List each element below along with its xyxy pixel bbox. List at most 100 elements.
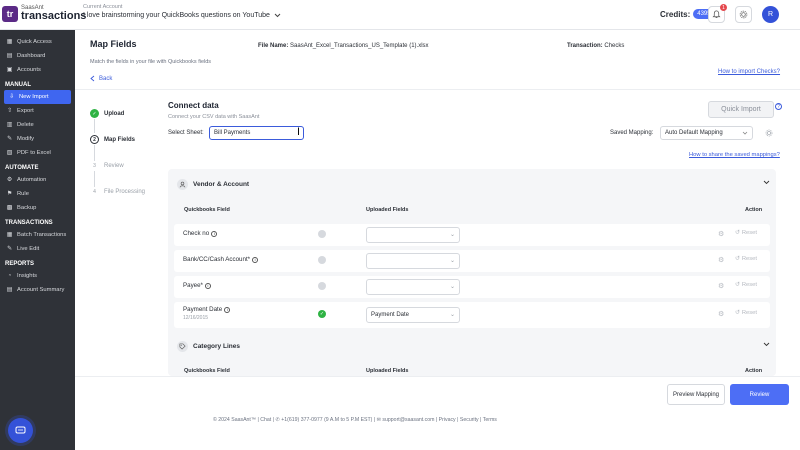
column-header-action: Action [745, 368, 763, 374]
sidebar-item-pdf-to-excel[interactable]: ▧ PDF to Excel [0, 146, 75, 160]
sidebar-item-modify[interactable]: ✎ Modify [0, 132, 75, 146]
uploaded-field-dropdown[interactable]: ⌄ [366, 227, 460, 243]
gear-icon [739, 10, 748, 19]
uploaded-field-value: Payment Date [371, 312, 410, 318]
chevron-down-icon: ⌄ [449, 284, 455, 290]
footer-divider [75, 376, 800, 377]
chevron-down-icon [742, 131, 748, 135]
category-lines-section-header[interactable]: Category Lines [168, 335, 776, 357]
user-avatar[interactable]: R [762, 6, 779, 23]
table-row: Check no i ⌄ ⚙ ↺ Reset [174, 224, 770, 246]
backup-icon: ▩ [6, 205, 13, 211]
preview-mapping-button[interactable]: Preview Mapping [667, 384, 725, 405]
pdf-icon: ▧ [6, 150, 13, 156]
step-label: Review [104, 162, 124, 169]
share-mappings-link[interactable]: How to share the saved mappings? [689, 152, 780, 158]
uploaded-field-dropdown[interactable]: Payment Date ⌄ [366, 307, 460, 323]
chevron-down-icon [763, 342, 770, 347]
gear-icon[interactable]: ⚙ [718, 230, 724, 238]
chevron-left-icon [90, 75, 95, 82]
account-switcher[interactable]: Current Account I love brainstorming you… [83, 4, 281, 19]
bell-icon [712, 10, 721, 19]
select-sheet-dropdown[interactable]: Bill Payments [209, 126, 304, 140]
sidebar-item-quick-access[interactable]: ▦ Quick Access [0, 35, 75, 49]
column-header-uploaded-fields: Uploaded Fields [366, 368, 409, 374]
transaction-value: Checks [604, 43, 625, 49]
saved-mapping-dropdown[interactable]: Auto Default Mapping [660, 126, 753, 140]
reset-button[interactable]: ↺ Reset [735, 256, 757, 262]
quick-import-button[interactable]: Quick Import [708, 101, 774, 118]
settings-button[interactable] [735, 6, 752, 23]
export-icon: ⇧ [7, 108, 12, 114]
vendor-account-section-header[interactable]: Vendor & Account [168, 173, 776, 195]
info-icon[interactable]: i [204, 282, 211, 289]
sidebar-item-live-edit[interactable]: ✎ Live Edit [0, 242, 75, 256]
how-to-import-link[interactable]: How to import Checks? [718, 69, 780, 75]
sidebar-item-label: Quick Access [17, 39, 52, 45]
sidebar-item-accounts[interactable]: ▣ Accounts [0, 63, 75, 77]
field-label: Payee* [183, 282, 203, 289]
sidebar-item-label: Rule [17, 191, 29, 197]
account-label: Current Account [83, 4, 123, 10]
info-icon[interactable]: i [211, 230, 218, 237]
step-file-processing: 4 File Processing [90, 187, 145, 196]
account-name: I love brainstorming your QuickBooks que… [83, 12, 270, 19]
field-label: Bank/CC/Cash Account* [183, 256, 251, 263]
sidebar-item-batch-transactions[interactable]: ▦ Batch Transactions [0, 228, 75, 242]
back-link[interactable]: Back [90, 75, 112, 82]
dashboard-icon: ▤ [6, 53, 13, 59]
step-connector [94, 119, 95, 133]
brand-logo[interactable]: tr SaasAnt transactions [2, 5, 86, 22]
chat-icon [15, 426, 26, 433]
check-icon: ✓ [90, 109, 99, 118]
review-button[interactable]: Review [730, 384, 789, 405]
table-row: Payee* i ⌄ ⚙ ↺ Reset [174, 276, 770, 298]
help-icon[interactable]: ? [775, 103, 782, 110]
reset-button[interactable]: ↺ Reset [735, 230, 757, 236]
sidebar-item-delete[interactable]: ▥ Delete [0, 118, 75, 132]
reset-icon: ↺ [735, 310, 740, 316]
file-name-value: SaasAnt_Excel_Transactions_US_Template (… [290, 43, 429, 49]
notifications-button[interactable]: 1 [708, 4, 727, 23]
credits-display: Credits: 4395 [660, 9, 715, 19]
top-bar: tr SaasAnt transactions Current Account … [0, 0, 800, 30]
step-map-fields: 2 Map Fields [90, 135, 135, 144]
column-header-uploaded-fields: Uploaded Fields [366, 207, 409, 213]
info-icon[interactable]: i [224, 306, 231, 313]
gear-icon[interactable]: ⚙ [718, 310, 724, 318]
sidebar-item-backup[interactable]: ▩ Backup [0, 201, 75, 215]
page-title: Map Fields [90, 39, 137, 49]
notification-count: 1 [720, 4, 727, 11]
saved-mapping-value: Auto Default Mapping [665, 130, 723, 136]
gear-icon[interactable]: ⚙ [718, 256, 724, 264]
transaction-label: Transaction: [567, 43, 603, 49]
sidebar-item-label: Insights [17, 273, 37, 279]
reset-icon: ↺ [735, 282, 740, 288]
chevron-down-icon [763, 180, 770, 185]
status-indicator [318, 230, 326, 238]
sidebar-item-dashboard[interactable]: ▤ Dashboard [0, 49, 75, 63]
sidebar-item-rule[interactable]: ⚑ Rule [0, 187, 75, 201]
info-icon[interactable]: i [252, 256, 259, 263]
uploaded-field-dropdown[interactable]: ⌄ [366, 253, 460, 269]
column-header-quickbooks-field: Quickbooks Field [184, 368, 230, 374]
sidebar-item-label: Delete [17, 122, 34, 128]
sidebar-item-account-summary[interactable]: ▤ Account Summary [0, 283, 75, 297]
sidebar-item-new-import[interactable]: ⇩ New Import [4, 90, 71, 104]
step-connector [94, 145, 95, 161]
sidebar-item-label: Modify [17, 136, 35, 142]
sidebar-item-insights[interactable]: ◔ Insights [0, 269, 75, 283]
uploaded-field-dropdown[interactable]: ⌄ [366, 279, 460, 295]
accounts-icon: ▣ [6, 67, 13, 73]
reset-button[interactable]: ↺ Reset [735, 310, 757, 316]
credits-label: Credits: [660, 9, 691, 19]
reset-button[interactable]: ↺ Reset [735, 282, 757, 288]
sidebar-item-export[interactable]: ⇧ Export [0, 104, 75, 118]
mapping-panel: Vendor & Account Quickbooks Field Upload… [168, 169, 776, 376]
chat-button[interactable] [8, 418, 33, 443]
connect-data-subtitle: Connect your CSV data with SaasAnt [168, 114, 260, 120]
sidebar-item-automation[interactable]: ⚙ Automation [0, 173, 75, 187]
gear-icon[interactable]: ⚙ [718, 282, 724, 290]
gear-icon[interactable] [765, 129, 773, 137]
file-name-info: File Name: SaasAnt_Excel_Transactions_US… [258, 43, 429, 49]
